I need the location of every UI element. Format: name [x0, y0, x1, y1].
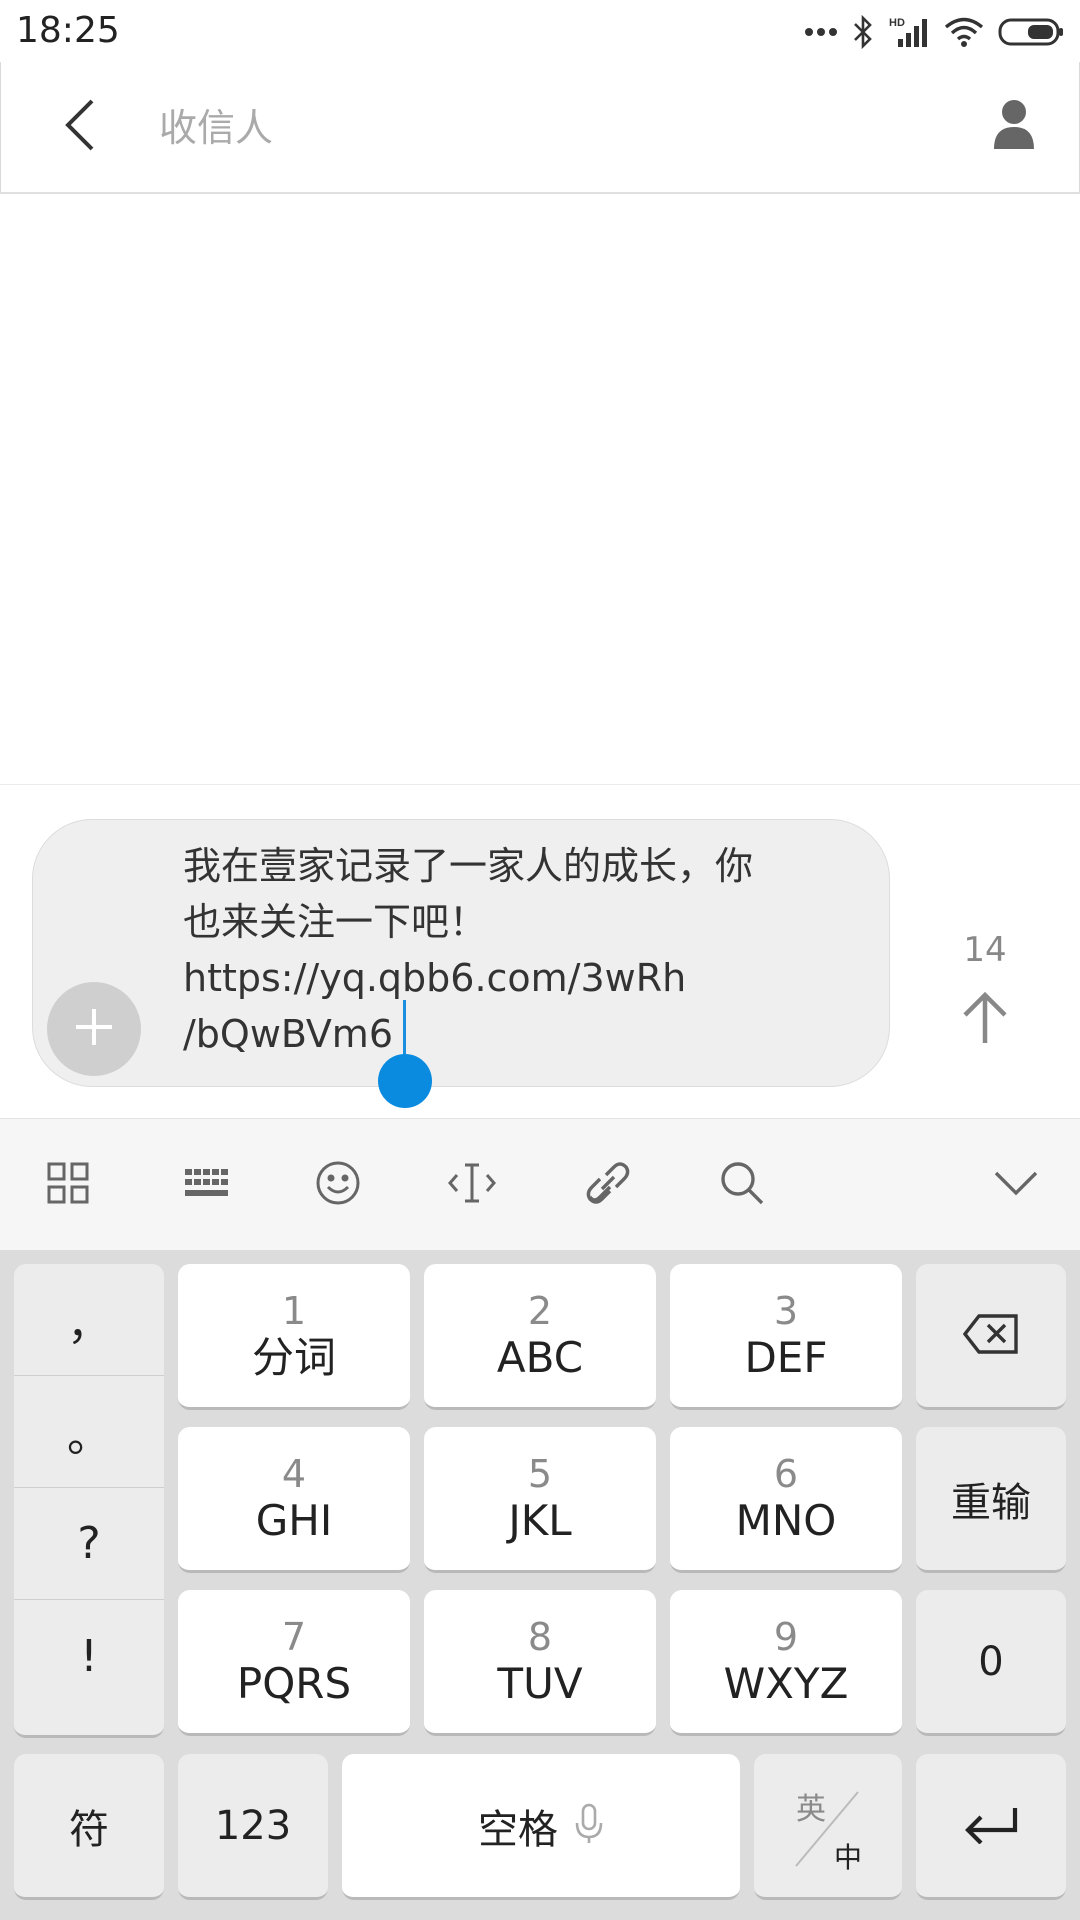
punct-key[interactable]: ， — [14, 1264, 164, 1376]
plus-icon — [72, 1005, 116, 1053]
key-letters: JKL — [508, 1495, 572, 1545]
key-8[interactable]: 8 TUV — [424, 1590, 656, 1736]
link-button[interactable] — [578, 1155, 638, 1215]
key-letters: 分词 — [251, 1332, 336, 1382]
cursor-handle[interactable] — [378, 1054, 432, 1108]
lang-english-label: 英 — [796, 1792, 826, 1827]
recipient-input[interactable]: 收信人 — [159, 98, 959, 158]
svg-text:HD: HD — [889, 17, 905, 29]
key-0[interactable]: 0 — [916, 1590, 1066, 1736]
apps-grid-icon — [47, 1162, 89, 1208]
key-letters: MNO — [735, 1495, 837, 1545]
app-bar: 收信人 — [0, 62, 1080, 194]
key-number: 8 — [527, 1614, 553, 1659]
key-number: 7 — [281, 1614, 307, 1659]
key-7[interactable]: 7 PQRS — [178, 1590, 410, 1736]
keyboard-toolbar — [0, 1118, 1080, 1250]
text-cursor — [403, 1000, 406, 1058]
message-input[interactable]: 我在壹家记录了一家人的成长，你 也来关注一下吧！ https://yq.qbb6… — [32, 819, 890, 1087]
arrow-up-icon — [961, 991, 1009, 1049]
reenter-key[interactable]: 重输 — [916, 1427, 1066, 1573]
space-key[interactable]: 空格 — [342, 1754, 740, 1900]
key-letters: WXYZ — [723, 1658, 849, 1708]
key-5[interactable]: 5 JKL — [424, 1427, 656, 1573]
status-icons: HD — [804, 12, 1064, 52]
key-number: 3 — [773, 1288, 799, 1333]
key-letters: DEF — [744, 1332, 828, 1382]
enter-key[interactable] — [916, 1754, 1066, 1900]
contact-button[interactable] — [979, 92, 1049, 162]
delete-key[interactable] — [916, 1264, 1066, 1410]
key-number: 2 — [527, 1288, 553, 1333]
attach-button[interactable] — [47, 982, 141, 1076]
punct-key[interactable]: ? — [14, 1488, 164, 1600]
lang-chinese-label: 中 — [834, 1841, 863, 1874]
punct-key[interactable]: ! — [14, 1600, 164, 1712]
enter-icon — [963, 1804, 1019, 1848]
key-2[interactable]: 2 ABC — [424, 1264, 656, 1410]
key-9[interactable]: 9 WXYZ — [670, 1590, 902, 1736]
key-letters: ABC — [496, 1332, 584, 1382]
char-count: 14 — [963, 930, 1007, 970]
key-number: 9 — [773, 1614, 799, 1659]
wifi-icon — [944, 16, 984, 48]
key-1[interactable]: 1 分词 — [178, 1264, 410, 1410]
space-label: 空格 — [478, 1806, 558, 1853]
emoji-button[interactable] — [308, 1155, 368, 1215]
send-button[interactable] — [955, 985, 1015, 1055]
chevron-down-icon — [993, 1169, 1039, 1201]
key-letters: TUV — [497, 1658, 583, 1708]
reenter-label: 重输 — [951, 1479, 1031, 1526]
keyboard-switch-button[interactable] — [172, 1155, 242, 1215]
chevron-left-icon — [64, 98, 96, 156]
key-number: 5 — [527, 1451, 553, 1496]
search-button[interactable] — [712, 1155, 772, 1215]
hd-signal-icon: HD — [888, 15, 930, 49]
status-time: 18:25 — [16, 10, 120, 51]
zero-label: 0 — [978, 1638, 1004, 1685]
keyboard-icon — [184, 1167, 230, 1203]
key-6[interactable]: 6 MNO — [670, 1427, 902, 1573]
text-cursor-icon — [447, 1161, 497, 1209]
collapse-keyboard-button[interactable] — [986, 1155, 1046, 1215]
punct-key[interactable]: 。 — [14, 1376, 164, 1488]
message-text[interactable]: 我在壹家记录了一家人的成长，你 也来关注一下吧！ https://yq.qbb6… — [183, 838, 863, 1062]
apps-grid-button[interactable] — [38, 1155, 98, 1215]
text-cursor-button[interactable] — [442, 1155, 502, 1215]
keyboard: ， 。 ? ! 1 分词 2 ABC 3 DEF 4 GHI 5 JKL 6 M… — [0, 1250, 1080, 1920]
search-icon — [719, 1160, 765, 1210]
key-letters: PQRS — [236, 1658, 352, 1708]
person-icon — [992, 99, 1036, 155]
key-number: 4 — [281, 1451, 307, 1496]
link-icon — [584, 1159, 632, 1211]
key-3[interactable]: 3 DEF — [670, 1264, 902, 1410]
key-number: 6 — [773, 1451, 799, 1496]
key-number: 1 — [281, 1288, 307, 1333]
message-thread-area — [0, 194, 1080, 784]
status-bar: 18:25 HD — [0, 0, 1080, 62]
back-button[interactable] — [45, 92, 115, 162]
bluetooth-icon — [852, 15, 874, 49]
backspace-icon — [962, 1313, 1019, 1358]
numbers-label: 123 — [214, 1802, 292, 1849]
symbols-label: 符 — [69, 1806, 109, 1853]
language-switch-key[interactable]: 英 中 — [754, 1754, 902, 1900]
compose-area: 我在壹家记录了一家人的成长，你 也来关注一下吧！ https://yq.qbb6… — [0, 784, 1080, 1118]
symbols-key[interactable]: 符 — [14, 1754, 164, 1900]
key-letters: GHI — [255, 1495, 333, 1545]
more-dots-icon — [804, 27, 838, 37]
numbers-key[interactable]: 123 — [178, 1754, 328, 1900]
key-4[interactable]: 4 GHI — [178, 1427, 410, 1573]
microphone-icon — [574, 1803, 604, 1849]
punctuation-column: ， 。 ? ! — [14, 1264, 164, 1738]
battery-icon — [998, 17, 1064, 47]
emoji-icon — [315, 1160, 361, 1210]
